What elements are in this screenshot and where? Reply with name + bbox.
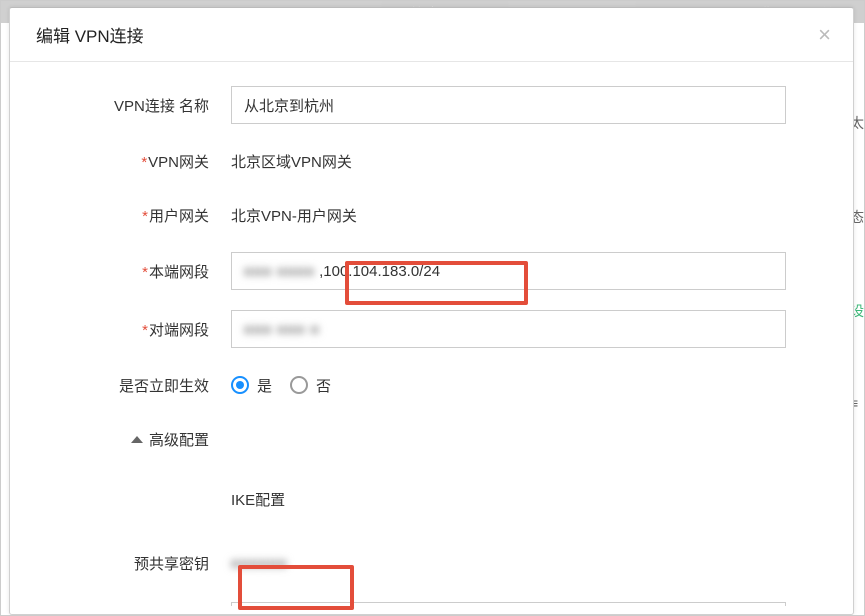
label-psk: 预共享密钥 <box>36 553 231 574</box>
local-net-visible: ,100.104.183.0/24 <box>319 263 440 280</box>
local-net-masked: ■■■ ■■■■ <box>244 263 315 279</box>
edit-vpn-modal: 编辑 VPN连接 × VPN连接 名称 *VPN网关 北京区域VPN网关 *用户… <box>9 7 854 615</box>
radio-yes-label: 是 <box>257 375 272 396</box>
required-star: * <box>142 208 148 225</box>
row-vpn-gateway: *VPN网关 北京区域VPN网关 <box>36 144 827 178</box>
required-star: * <box>141 154 147 171</box>
radio-no[interactable]: 否 <box>290 375 331 396</box>
label-user-gateway: 用户网关 <box>149 208 209 225</box>
row-effective: 是否立即生效 是 否 <box>36 368 827 402</box>
value-user-gateway: 北京VPN-用户网关 <box>231 205 357 226</box>
peer-net-masked: ■■■ ■■■ ■ <box>244 321 320 337</box>
required-star: * <box>142 322 148 339</box>
label-peer-net: 对端网段 <box>149 322 209 339</box>
row-conn-name: VPN连接 名称 <box>36 86 827 124</box>
ike-section-title: IKE配置 <box>231 489 285 510</box>
label-conn-name: VPN连接 名称 <box>36 95 231 116</box>
label-effective: 是否立即生效 <box>36 375 231 396</box>
value-vpn-gateway: 北京区域VPN网关 <box>231 151 352 172</box>
chevron-up-icon <box>131 436 143 443</box>
row-peer-net: *对端网段 ■■■ ■■■ ■ <box>36 310 827 348</box>
row-local-net: *本端网段 ■■■ ■■■■ ,100.104.183.0/24 <box>36 252 827 290</box>
advanced-label: 高级配置 <box>149 429 209 450</box>
select-version[interactable]: ikev2 ▲▼ <box>231 602 786 606</box>
value-psk: ■■■■■■ <box>231 544 288 582</box>
input-peer-net[interactable]: ■■■ ■■■ ■ <box>231 310 786 348</box>
required-star: * <box>142 264 148 281</box>
close-icon[interactable]: × <box>818 24 831 46</box>
label-local-net: 本端网段 <box>149 264 209 281</box>
row-ike-section: IKE配置 <box>36 482 827 516</box>
radio-icon-checked <box>231 376 249 394</box>
label-vpn-gateway: VPN网关 <box>148 154 209 171</box>
psk-masked: ■■■■■■ <box>231 555 288 571</box>
row-version: 版本 ikev2 ▲▼ <box>36 602 827 606</box>
modal-title: 编辑 VPN连接 <box>36 22 144 47</box>
row-advanced-toggle: 高级配置 <box>36 422 827 456</box>
row-psk: 预共享密钥 ■■■■■■ <box>36 544 827 582</box>
input-conn-name[interactable] <box>231 86 786 124</box>
modal-body: VPN连接 名称 *VPN网关 北京区域VPN网关 *用户网关 北京VPN-用户… <box>10 62 853 606</box>
radio-no-label: 否 <box>316 375 331 396</box>
advanced-toggle[interactable]: 高级配置 <box>131 429 209 450</box>
app-frame: 搜索 52 费用 工单 太 态 设 ≡ 编辑 VPN连接 × VPN连接 名称 … <box>0 0 865 616</box>
radio-yes[interactable]: 是 <box>231 375 272 396</box>
row-user-gateway: *用户网关 北京VPN-用户网关 <box>36 198 827 232</box>
modal-header: 编辑 VPN连接 × <box>10 8 853 62</box>
radio-group-effective: 是 否 <box>231 375 331 396</box>
input-local-net[interactable]: ■■■ ■■■■ ,100.104.183.0/24 <box>231 252 786 290</box>
radio-icon-unchecked <box>290 376 308 394</box>
